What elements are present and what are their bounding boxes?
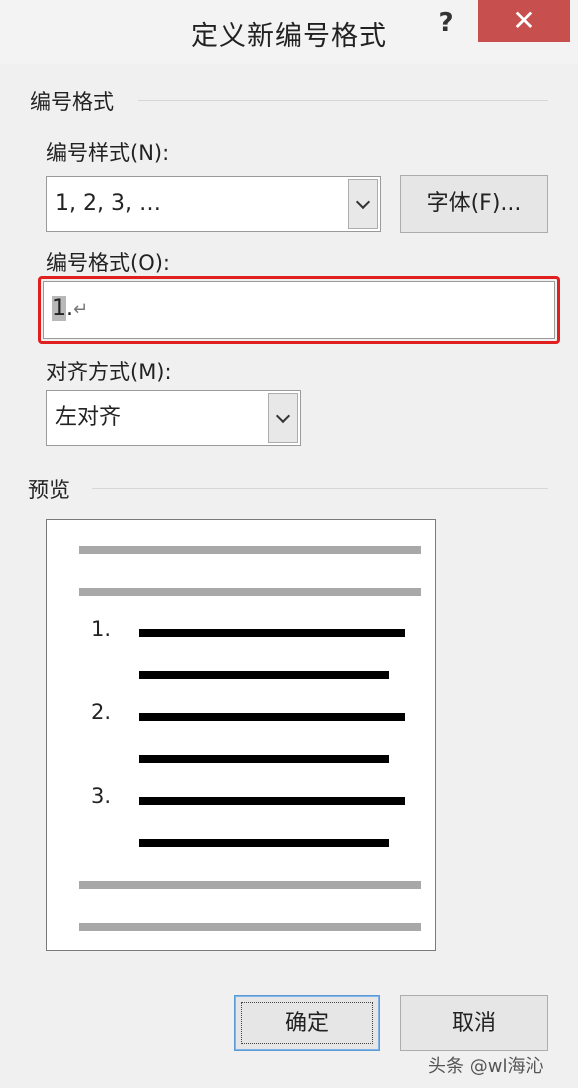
number-format-label: 编号格式(O): xyxy=(46,251,170,275)
number-style-value: 1, 2, 3, … xyxy=(55,191,161,216)
preview-line-after xyxy=(79,881,421,889)
preview-divider xyxy=(92,488,548,489)
alignment-dropdown-button[interactable] xyxy=(268,393,298,443)
define-number-format-dialog: 定义新编号格式 ? ✕ 编号格式 编号样式(N): 1, 2, 3, … 字体(… xyxy=(0,0,578,1088)
close-button[interactable]: ✕ xyxy=(478,0,570,42)
number-style-dropdown-button[interactable] xyxy=(348,179,378,229)
preview-line-after xyxy=(79,923,421,931)
number-style-combo[interactable]: 1, 2, 3, … xyxy=(46,176,381,232)
preview-line-item xyxy=(139,755,389,763)
paragraph-mark-icon: ↵ xyxy=(73,299,89,320)
preview-number-3: 3. xyxy=(91,784,112,808)
number-format-selected-text: 1 xyxy=(52,296,66,321)
preview-line-item xyxy=(139,713,405,721)
preview-number-2: 2. xyxy=(91,700,112,724)
alignment-combo[interactable]: 左对齐 xyxy=(46,390,301,446)
close-icon: ✕ xyxy=(512,4,536,37)
preview-line-item xyxy=(139,839,389,847)
preview-line-before xyxy=(79,546,421,554)
preview-label: 预览 xyxy=(28,478,70,502)
number-format-text: . xyxy=(66,296,73,321)
alignment-value: 左对齐 xyxy=(55,405,122,430)
help-button[interactable]: ? xyxy=(424,6,468,40)
preview-line-item xyxy=(139,629,405,637)
font-button[interactable]: 字体(F)... xyxy=(400,175,548,233)
dialog-body: 编号格式 编号样式(N): 1, 2, 3, … 字体(F)... 编号格式(O… xyxy=(10,64,568,1080)
preview-line-before xyxy=(79,588,421,596)
preview-number-1: 1. xyxy=(91,617,112,641)
number-style-label: 编号样式(N): xyxy=(46,141,170,165)
number-format-input[interactable]: 1.↵ xyxy=(43,281,555,339)
group-divider xyxy=(138,100,548,101)
chevron-down-icon xyxy=(275,408,291,424)
preview-box: 1. 2. 3. xyxy=(46,519,436,951)
group-label-number-format: 编号格式 xyxy=(30,90,114,114)
preview-line-item xyxy=(139,797,405,805)
watermark-text: 头条 @wl海沁 xyxy=(428,1056,544,1077)
chevron-down-icon xyxy=(355,194,371,210)
focus-rectangle xyxy=(241,1002,373,1044)
alignment-label: 对齐方式(M): xyxy=(46,360,172,384)
cancel-button[interactable]: 取消 xyxy=(400,995,548,1051)
title-bar[interactable]: 定义新编号格式 ? ✕ xyxy=(0,0,578,64)
preview-line-item xyxy=(139,671,389,679)
ok-button[interactable]: 确定 xyxy=(234,995,380,1051)
